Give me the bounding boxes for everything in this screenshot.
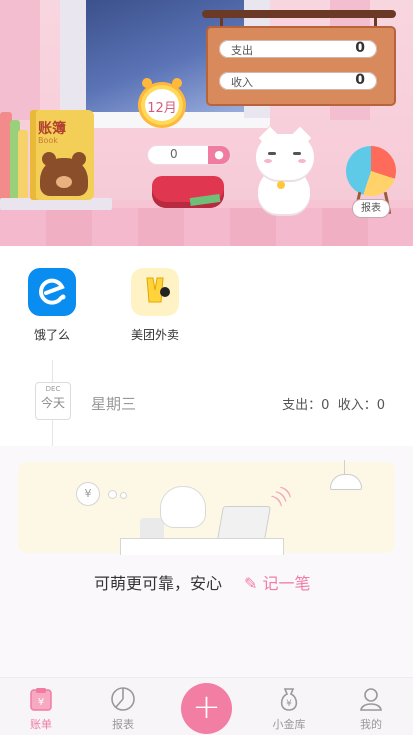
cat-blush	[264, 159, 272, 163]
calendar-month: 12月	[147, 101, 177, 116]
today-calendar-badge: DEC 今天	[35, 382, 71, 420]
tab-label: 我的	[360, 718, 382, 731]
wallet-icon[interactable]	[152, 176, 224, 208]
quick-apps: 饿了么 美团外卖	[0, 246, 413, 360]
day-income-value: 0	[376, 398, 385, 413]
day-expense-value: 0	[321, 398, 330, 413]
record-entry-label: 记一笔	[262, 574, 311, 593]
cat-at-desk-illustration	[160, 486, 206, 528]
pie-chart-icon[interactable]	[346, 146, 396, 196]
cat-mascot[interactable]	[256, 134, 314, 180]
tab-label: 账单	[30, 718, 52, 731]
svg-text:¥: ¥	[38, 697, 44, 708]
wall-stripe	[0, 0, 40, 120]
ledger-icon: ¥	[28, 686, 54, 712]
day-income-label: 收入：	[337, 398, 377, 413]
expense-summary: 支出 0	[219, 40, 377, 58]
calendar-day-label: 今天	[40, 396, 65, 410]
bubble-dot	[108, 490, 117, 499]
user-icon	[358, 686, 384, 712]
cat-bell-icon	[277, 181, 285, 189]
empty-state-slogan: 可萌更可靠，安心	[94, 574, 223, 593]
income-summary-label: 收入	[231, 76, 253, 89]
ledger-book-subtitle: Book	[38, 136, 58, 145]
board-hanger	[202, 10, 396, 18]
add-record-button[interactable]: +	[181, 683, 232, 734]
book-spine	[18, 130, 28, 202]
expense-summary-label: 支出	[231, 44, 253, 57]
bubble-dot	[120, 492, 127, 499]
chair-illustration	[140, 518, 164, 540]
report-button[interactable]: 报表	[352, 199, 390, 218]
pencil-icon: ✎	[244, 574, 258, 593]
expense-summary-value: 0	[355, 40, 365, 56]
cat-blush	[298, 159, 306, 163]
quick-app-label: 饿了么	[33, 328, 70, 342]
hero-scene: 账簿 Book 支出 0 收入 0 12月 0 ● 报表	[0, 0, 413, 246]
income-summary: 收入 0	[219, 72, 377, 90]
quick-app-label: 美团外卖	[130, 328, 179, 342]
bear-muzzle	[56, 176, 72, 188]
laptop-icon	[217, 506, 271, 540]
record-entry-button[interactable]: ✎ 记一笔	[244, 570, 311, 594]
calendar-month-abbr: DEC	[45, 385, 61, 393]
eleme-icon	[28, 268, 76, 316]
tab-profile[interactable]: 我的	[336, 686, 406, 732]
coin-icon: ¥	[76, 482, 100, 506]
desk-illustration	[120, 538, 284, 555]
tab-report[interactable]: 报表	[88, 686, 158, 732]
floor	[0, 208, 413, 246]
pie-chart-icon	[110, 686, 136, 712]
meituan-waimai-icon	[131, 268, 179, 316]
eye-icon[interactable]: ●	[208, 146, 230, 164]
cat-eye	[268, 152, 276, 155]
money-bag-icon: ¥	[276, 686, 302, 712]
balance-value: 0	[170, 147, 178, 161]
tab-label: 报表	[112, 718, 134, 731]
svg-text:¥: ¥	[286, 699, 292, 709]
summary-board[interactable]	[206, 26, 396, 106]
weekday-label: 星期三	[91, 395, 137, 413]
quick-app-meituan[interactable]: 美团外卖	[115, 268, 195, 343]
tab-label: 小金库	[272, 718, 306, 731]
income-summary-value: 0	[355, 72, 365, 88]
day-expense-label: 支出：	[282, 398, 322, 413]
tab-vault[interactable]: ¥ 小金库	[254, 686, 324, 732]
plus-icon: +	[192, 687, 221, 727]
quick-app-eleme[interactable]: 饿了么	[12, 268, 92, 343]
day-totals: 支出：0 收入：0	[282, 394, 385, 413]
ledger-book-title: 账簿	[38, 121, 66, 137]
bill-timeline: DEC 今天 星期三 支出：0 收入：0	[0, 360, 413, 446]
tab-ledger[interactable]: ¥ 账单	[6, 686, 76, 732]
cat-eye	[293, 152, 301, 155]
